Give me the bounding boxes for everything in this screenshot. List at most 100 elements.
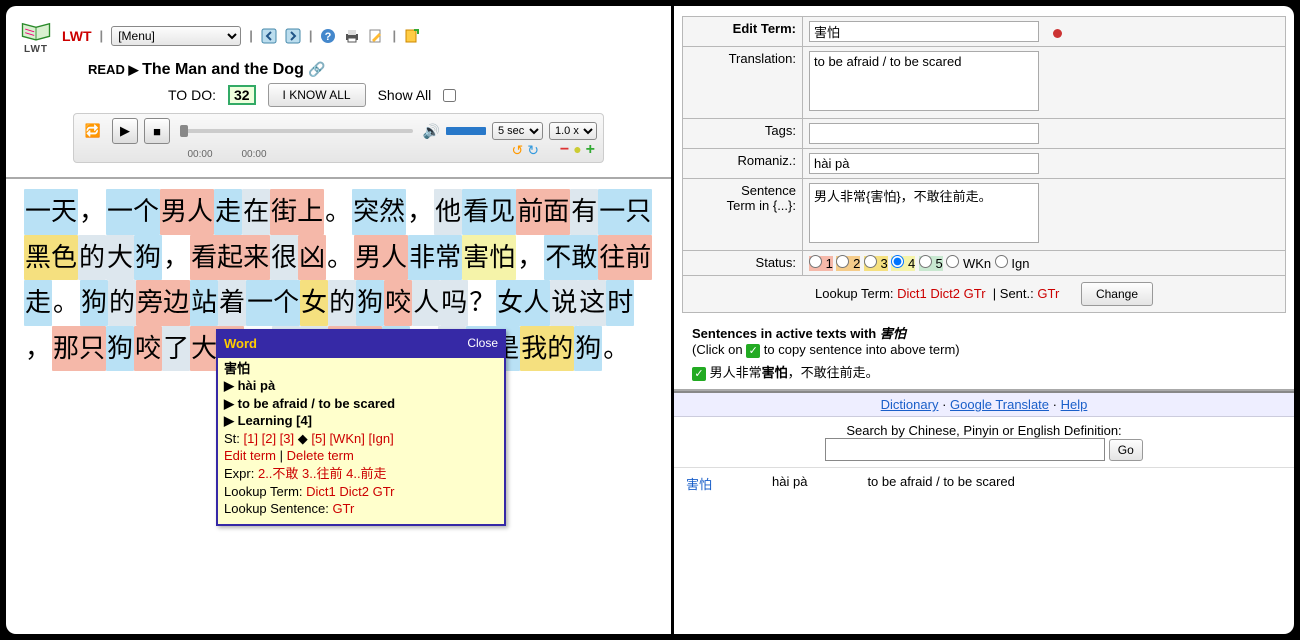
word[interactable]: 人: [412, 280, 440, 326]
word[interactable]: 在: [242, 189, 270, 235]
copy-sentence-btn[interactable]: ✓: [692, 367, 706, 381]
word[interactable]: 女: [300, 280, 328, 326]
word[interactable]: 大: [106, 235, 134, 281]
word[interactable]: 时: [606, 280, 634, 326]
word[interactable]: 害怕: [462, 235, 516, 281]
undo-icon[interactable]: ↺: [512, 142, 524, 159]
help-link[interactable]: Help: [1061, 397, 1088, 412]
status-WKn[interactable]: WKn: [946, 256, 991, 271]
word[interactable]: 狗: [106, 326, 134, 372]
status-4[interactable]: 4: [891, 256, 915, 271]
word[interactable]: ，: [78, 189, 106, 235]
next-icon[interactable]: [285, 28, 301, 44]
word[interactable]: 。: [602, 326, 630, 372]
dict1-link[interactable]: Dict1: [897, 286, 927, 301]
word[interactable]: 黑色: [24, 235, 78, 281]
popup-status-rest[interactable]: [5] [WKn] [Ign]: [311, 431, 393, 446]
word[interactable]: 往前: [598, 235, 652, 281]
word[interactable]: ，: [162, 235, 190, 281]
word[interactable]: 了: [162, 326, 190, 372]
word[interactable]: 突然: [352, 189, 406, 235]
word[interactable]: 狗: [134, 235, 162, 281]
edit-icon[interactable]: [368, 28, 384, 44]
go-button[interactable]: Go: [1109, 439, 1143, 461]
gtr-link[interactable]: GTr: [964, 286, 986, 301]
word[interactable]: 不敢: [544, 235, 598, 281]
word[interactable]: 着: [218, 280, 246, 326]
word[interactable]: 的: [78, 235, 106, 281]
translation-input[interactable]: to be afraid / to be scared: [809, 51, 1039, 111]
word[interactable]: 女人: [496, 280, 550, 326]
word[interactable]: 。: [324, 189, 352, 235]
word[interactable]: 一天: [24, 189, 78, 235]
word[interactable]: 咬: [384, 280, 412, 326]
word[interactable]: 男人: [354, 235, 408, 281]
rewind-select[interactable]: 5 sec: [492, 122, 543, 140]
word[interactable]: 他: [434, 189, 462, 235]
popup-expr[interactable]: 2..不敢 3..往前 4..前走: [258, 466, 387, 481]
search-input[interactable]: [825, 438, 1105, 461]
sentence-input[interactable]: 男人非常{害怕}，不敢往前走。: [809, 183, 1039, 243]
dictionary-link[interactable]: Dictionary: [881, 397, 939, 412]
word[interactable]: 非常: [408, 235, 462, 281]
word[interactable]: 的: [108, 280, 136, 326]
word[interactable]: 男人: [160, 189, 214, 235]
redo-icon[interactable]: ↻: [527, 142, 539, 159]
popup-delete-link[interactable]: Delete term: [287, 448, 354, 463]
change-button[interactable]: Change: [1081, 282, 1153, 306]
word[interactable]: 我的: [520, 326, 574, 372]
stop-button[interactable]: ■: [144, 118, 170, 144]
word[interactable]: 看起来: [190, 235, 270, 281]
tags-input[interactable]: [809, 123, 1039, 144]
iknow-button[interactable]: I KNOW ALL: [268, 83, 366, 107]
word[interactable]: 那只: [52, 326, 106, 372]
speed-select[interactable]: 1.0 x: [549, 122, 597, 140]
word[interactable]: 狗: [574, 326, 602, 372]
main-menu[interactable]: [Menu]: [111, 26, 241, 46]
word[interactable]: 这: [578, 280, 606, 326]
play-button[interactable]: ▶: [112, 118, 138, 144]
word[interactable]: 的: [328, 280, 356, 326]
word[interactable]: 走: [214, 189, 242, 235]
word[interactable]: ，: [406, 189, 434, 235]
popup-lookup-sent[interactable]: GTr: [332, 501, 354, 516]
word[interactable]: 一只: [598, 189, 652, 235]
word[interactable]: 吗: [440, 280, 468, 326]
word[interactable]: 。: [326, 235, 354, 281]
showall-checkbox[interactable]: [443, 89, 456, 102]
romaniz-input[interactable]: [809, 153, 1039, 174]
popup-edit-link[interactable]: Edit term: [224, 448, 276, 463]
word[interactable]: 狗: [80, 280, 108, 326]
word[interactable]: 说: [550, 280, 578, 326]
print-icon[interactable]: [344, 28, 360, 44]
word[interactable]: 看见: [462, 189, 516, 235]
minus-icon[interactable]: −: [560, 141, 569, 159]
volume-slider[interactable]: [446, 127, 486, 135]
word[interactable]: ？: [468, 280, 496, 326]
word[interactable]: 一个: [246, 280, 300, 326]
word[interactable]: 旁边: [136, 280, 190, 326]
gtranslate-link[interactable]: Google Translate: [950, 397, 1049, 412]
sent-gtr-link[interactable]: GTr: [1037, 286, 1059, 301]
help-icon[interactable]: ?: [320, 28, 336, 44]
dict2-link[interactable]: Dict2: [930, 286, 960, 301]
seek-slider[interactable]: [180, 129, 413, 133]
bullet-icon[interactable]: ●: [573, 141, 581, 159]
word[interactable]: 很: [270, 235, 298, 281]
word[interactable]: ，: [24, 326, 52, 372]
status-1[interactable]: 1: [809, 256, 833, 271]
word[interactable]: 咬: [134, 326, 162, 372]
word[interactable]: 一个: [106, 189, 160, 235]
word[interactable]: 街上: [270, 189, 324, 235]
popup-lookup-term[interactable]: Dict1 Dict2 GTr: [306, 484, 394, 499]
word[interactable]: 前面: [516, 189, 570, 235]
word[interactable]: ，: [516, 235, 544, 281]
plus-icon[interactable]: +: [586, 141, 595, 159]
star-icon[interactable]: [404, 28, 420, 44]
status-3[interactable]: 3: [864, 256, 888, 271]
status-5[interactable]: 5: [919, 256, 943, 271]
result-term[interactable]: 害怕: [686, 474, 712, 493]
word[interactable]: 凶: [298, 235, 326, 281]
repeat-button[interactable]: 🔁: [80, 118, 106, 144]
popup-status-links[interactable]: [1] [2] [3]: [244, 431, 295, 446]
